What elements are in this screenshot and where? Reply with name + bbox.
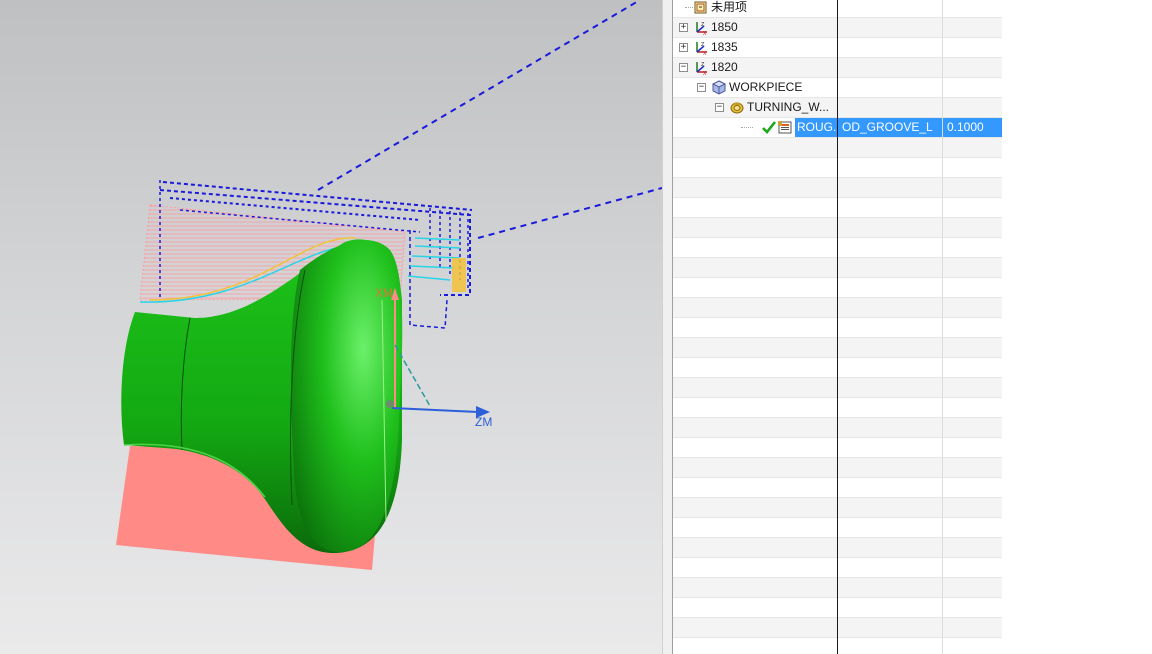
node-name: ROUG... xyxy=(795,118,839,137)
collapse-icon[interactable]: − xyxy=(697,83,706,92)
zm-axis-label: ZM xyxy=(475,415,492,429)
svg-text:Z: Z xyxy=(701,22,705,28)
xm-axis-label: XM xyxy=(375,286,393,300)
column-divider-tool[interactable] xyxy=(837,0,838,654)
workpiece-cube-icon xyxy=(711,80,727,95)
leader-line-2 xyxy=(477,187,662,239)
node-name: TURNING_W... xyxy=(747,100,830,114)
model-view[interactable]: XM ZM xyxy=(0,0,662,654)
node-name: WORKPIECE xyxy=(729,80,803,94)
tree-connector xyxy=(741,127,753,128)
mcs-coordinate-icon: ZX xyxy=(693,60,709,77)
mcs-coordinate-icon: ZX xyxy=(693,20,709,37)
expand-icon[interactable]: + xyxy=(679,43,688,52)
tool-cell[interactable]: OD_GROOVE_L xyxy=(838,118,942,137)
graphics-viewport[interactable]: XM ZM xyxy=(0,0,662,654)
mcs-coordinate-icon: ZX xyxy=(693,40,709,57)
node-name: 1820 xyxy=(711,60,738,74)
node-name: 1835 xyxy=(711,40,738,54)
leader-line-1 xyxy=(317,0,641,191)
turning-workpiece-icon xyxy=(729,100,745,115)
tree-connector xyxy=(685,7,693,8)
svg-text:Z: Z xyxy=(701,42,705,48)
unused-items-icon xyxy=(693,0,709,15)
expand-icon[interactable]: + xyxy=(679,23,688,32)
blank-area xyxy=(1002,0,1152,654)
value-cell[interactable]: 0.1000 xyxy=(943,118,1002,137)
collapse-icon[interactable]: − xyxy=(679,63,688,72)
node-name: 未用项 xyxy=(711,0,748,14)
check-icon xyxy=(761,120,777,135)
operation-navigator[interactable]: 未用项 + Z X 1850 + Z X 1835− Z X 1820− WORKPIECE − TURNI… xyxy=(672,0,1002,654)
node-name: 1850 xyxy=(711,20,738,34)
svg-text:Z: Z xyxy=(701,62,705,68)
column-divider-value[interactable] xyxy=(942,0,943,654)
collapse-icon[interactable]: − xyxy=(715,103,724,112)
rough-turn-operation-icon xyxy=(777,120,793,135)
svg-text:X: X xyxy=(703,31,707,35)
svg-text:X: X xyxy=(703,71,707,75)
svg-text:X: X xyxy=(703,51,707,55)
